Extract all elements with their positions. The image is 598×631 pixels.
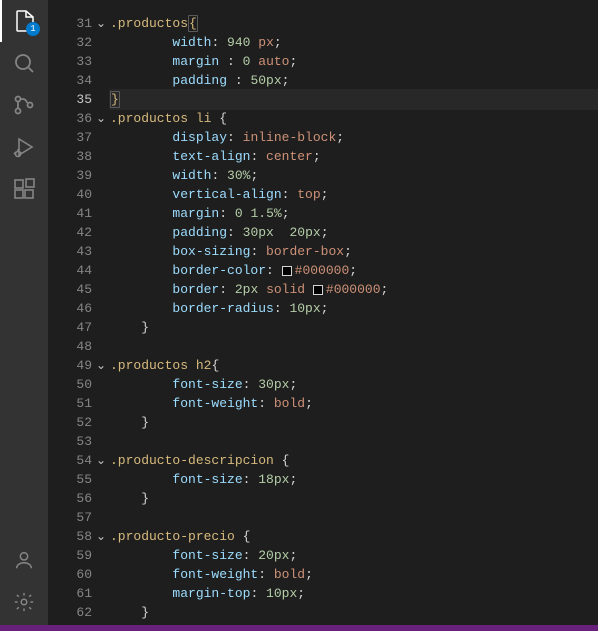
line-number: 50	[68, 375, 110, 394]
code-editor[interactable]: 31⌄3233343536⌄37383940414243444546474849…	[48, 0, 598, 631]
code-line[interactable]: font-size: 20px;	[110, 546, 598, 565]
explorer-icon[interactable]: 1	[0, 0, 48, 42]
code-line[interactable]: margin: 0 1.5%;	[110, 204, 598, 223]
line-number: 33	[68, 52, 110, 71]
code-line[interactable]: font-weight: bold;	[110, 565, 598, 584]
fold-chevron-icon[interactable]: ⌄	[96, 529, 106, 544]
code-line[interactable]: box-sizing: border-box;	[110, 242, 598, 261]
code-line[interactable]: font-size: 18px;	[110, 470, 598, 489]
source-control-icon[interactable]	[0, 84, 48, 126]
code-line[interactable]: margin-top: 10px;	[110, 584, 598, 603]
line-number: 47	[68, 318, 110, 337]
line-number: 48	[68, 337, 110, 356]
code-line[interactable]: .producto-descripcion {	[110, 451, 598, 470]
code-line[interactable]: border-radius: 10px;	[110, 299, 598, 318]
code-line[interactable]: padding : 50px;	[110, 71, 598, 90]
line-number: 59	[68, 546, 110, 565]
line-number: 55	[68, 470, 110, 489]
code-line[interactable]: text-align: center;	[110, 147, 598, 166]
debug-icon[interactable]	[0, 126, 48, 168]
code-line[interactable]: font-weight: bold;	[110, 394, 598, 413]
code-line[interactable]: display: inline-block;	[110, 128, 598, 147]
line-number: 45	[68, 280, 110, 299]
fold-chevron-icon[interactable]: ⌄	[96, 16, 106, 31]
line-number: 44	[68, 261, 110, 280]
line-number: 51	[68, 394, 110, 413]
code-line[interactable]: .productos li {	[110, 109, 598, 128]
line-number: 61	[68, 584, 110, 603]
line-number: 58⌄	[68, 527, 110, 546]
line-number: 40	[68, 185, 110, 204]
code-line[interactable]: .productos{	[110, 14, 598, 33]
code-line[interactable]: width: 940 px;	[110, 33, 598, 52]
code-line[interactable]	[110, 432, 598, 451]
line-gutter: 31⌄3233343536⌄37383940414243444546474849…	[48, 0, 110, 631]
code-line[interactable]: }	[110, 489, 598, 508]
line-number: 60	[68, 565, 110, 584]
code-line[interactable]: .productos h2{	[110, 356, 598, 375]
code-line[interactable]	[110, 337, 598, 356]
line-number: 39	[68, 166, 110, 185]
line-number: 37	[68, 128, 110, 147]
code-content[interactable]: .productos{ width: 940 px; margin : 0 au…	[110, 0, 598, 631]
code-line[interactable]: width: 30%;	[110, 166, 598, 185]
code-line[interactable]	[110, 508, 598, 527]
line-number: 38	[68, 147, 110, 166]
line-number: 53	[68, 432, 110, 451]
line-number: 35	[68, 90, 110, 109]
extensions-icon[interactable]	[0, 168, 48, 210]
color-swatch-icon[interactable]	[313, 285, 323, 295]
code-line[interactable]: .producto-precio {	[110, 527, 598, 546]
code-line[interactable]: border: 2px solid #000000;	[110, 280, 598, 299]
color-swatch-icon[interactable]	[282, 266, 292, 276]
search-icon[interactable]	[0, 42, 48, 84]
code-line[interactable]: font-size: 30px;	[110, 375, 598, 394]
fold-chevron-icon[interactable]: ⌄	[96, 358, 106, 373]
code-line[interactable]: }	[110, 318, 598, 337]
line-number: 46	[68, 299, 110, 318]
line-number: 41	[68, 204, 110, 223]
line-number: 43	[68, 242, 110, 261]
line-number: 36⌄	[68, 109, 110, 128]
code-line[interactable]: vertical-align: top;	[110, 185, 598, 204]
code-line[interactable]: }	[110, 603, 598, 622]
explorer-badge: 1	[26, 22, 40, 36]
line-number: 57	[68, 508, 110, 527]
line-number: 32	[68, 33, 110, 52]
fold-chevron-icon[interactable]: ⌄	[96, 453, 106, 468]
line-number: 31⌄	[68, 14, 110, 33]
account-icon[interactable]	[0, 539, 48, 581]
activity-bar: 1	[0, 0, 48, 631]
status-bar[interactable]	[0, 625, 598, 631]
settings-gear-icon[interactable]	[0, 581, 48, 623]
line-number: 42	[68, 223, 110, 242]
line-number: 56	[68, 489, 110, 508]
code-line[interactable]: border-color: #000000;	[110, 261, 598, 280]
line-number: 62	[68, 603, 110, 622]
line-number: 54⌄	[68, 451, 110, 470]
code-line[interactable]: }	[110, 90, 598, 109]
code-line[interactable]: }	[110, 413, 598, 432]
code-line[interactable]: padding: 30px 20px;	[110, 223, 598, 242]
line-number: 49⌄	[68, 356, 110, 375]
code-line[interactable]: margin : 0 auto;	[110, 52, 598, 71]
line-number: 52	[68, 413, 110, 432]
fold-chevron-icon[interactable]: ⌄	[96, 111, 106, 126]
line-number: 34	[68, 71, 110, 90]
